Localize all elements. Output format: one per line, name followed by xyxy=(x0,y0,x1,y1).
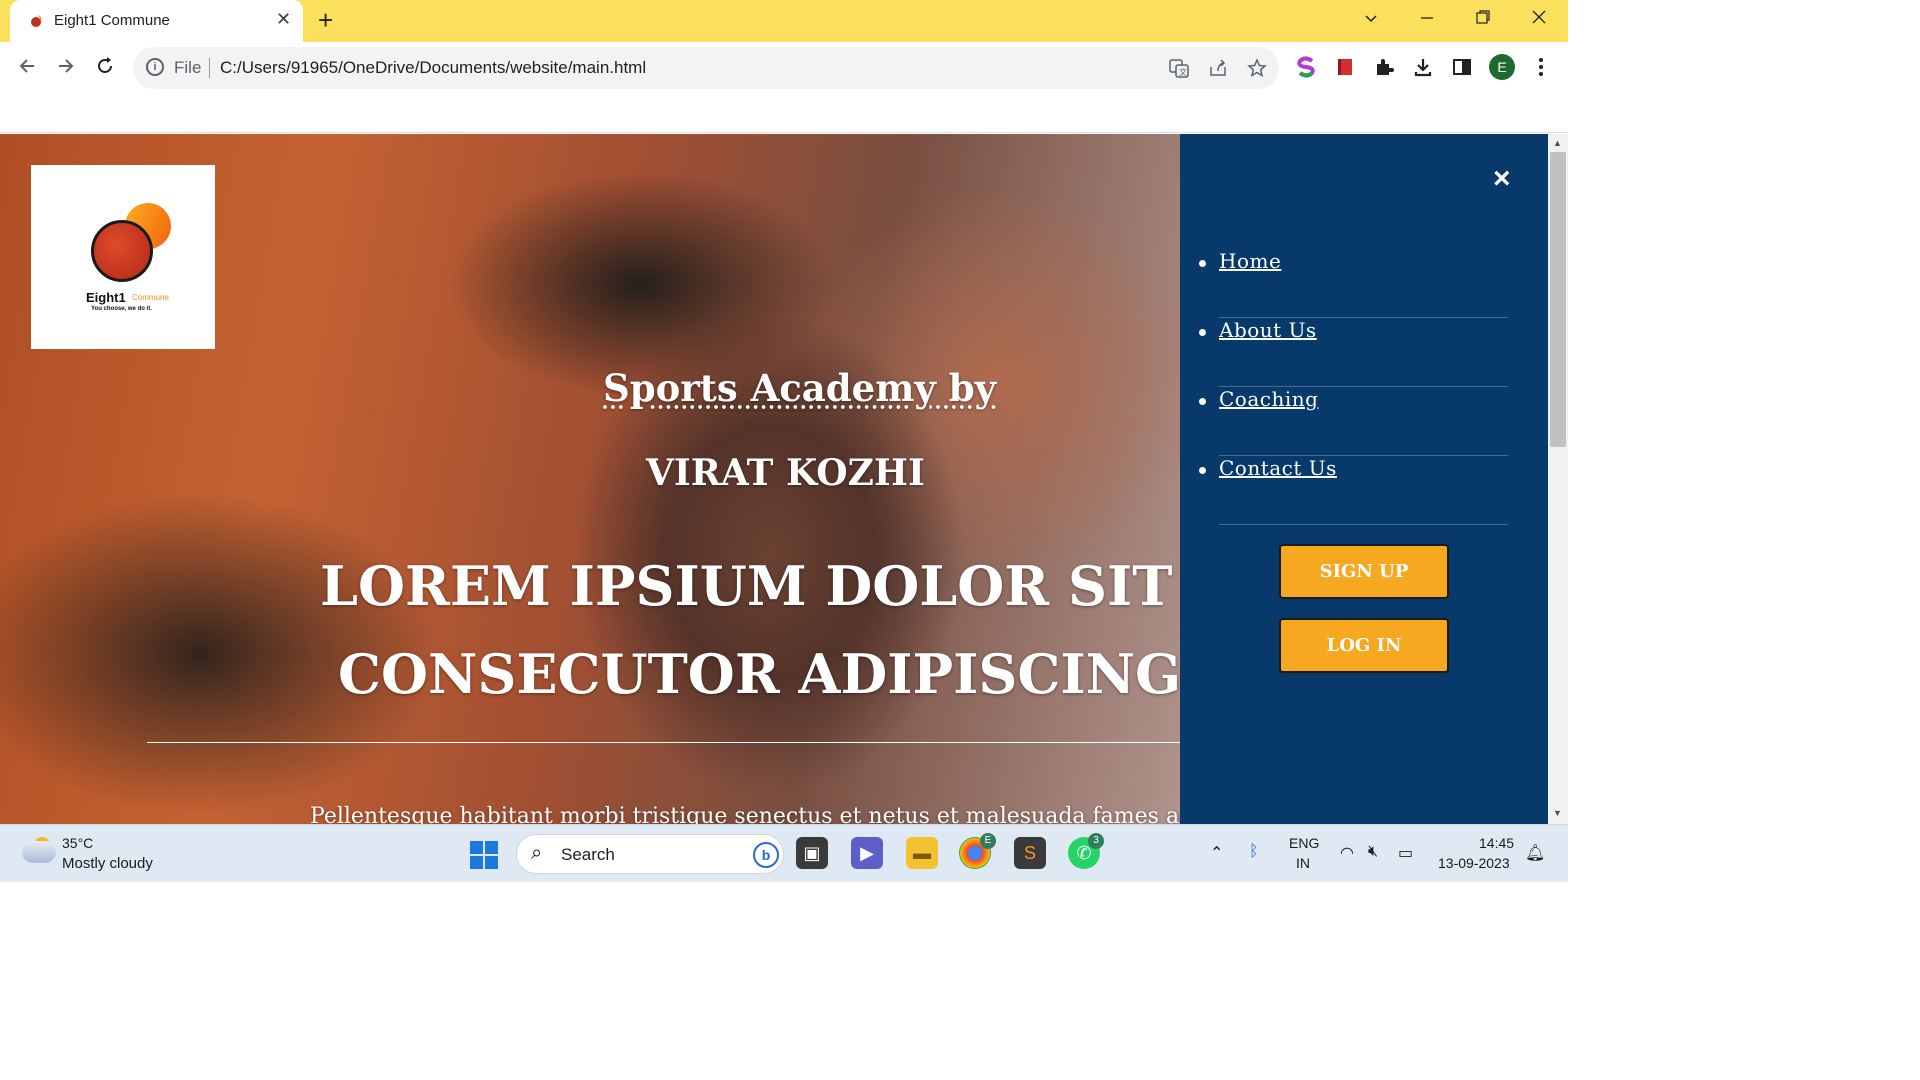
page-scrollbar[interactable]: ▲ ▼ xyxy=(1548,134,1568,824)
hero-headline-line2: CONSECUTOR ADIPISCING ELIT xyxy=(338,642,1180,706)
url-scheme: File xyxy=(174,58,202,77)
page-viewport: Eight1 Commune You choose, we do it. Spo… xyxy=(0,134,1568,824)
back-icon[interactable] xyxy=(17,56,37,76)
task-view-icon[interactable]: ▣ xyxy=(796,837,828,869)
bullet-icon xyxy=(1199,329,1206,336)
nav-link-contact[interactable]: Contact Us xyxy=(1219,456,1337,480)
clock-date[interactable]: 13-09-2023 xyxy=(1438,855,1510,871)
restore-icon[interactable] xyxy=(1476,10,1490,24)
tab-close-icon[interactable]: ✕ xyxy=(276,9,291,30)
bing-icon[interactable]: b xyxy=(753,842,779,868)
nav-link-coaching[interactable]: Coaching xyxy=(1219,387,1318,411)
weather-temperature: 35°C xyxy=(62,835,94,851)
login-button[interactable]: LOG IN xyxy=(1279,618,1449,673)
tab-search-icon[interactable] xyxy=(1364,12,1378,26)
address-bar[interactable]: i File C:/Users/91965/OneDrive/Documents… xyxy=(133,47,1279,89)
side-navigation: × Home About Us Coaching Contact Us SIGN… xyxy=(1180,134,1548,824)
whatsapp-badge: 3 xyxy=(1088,833,1104,849)
profile-avatar[interactable]: E xyxy=(1489,54,1515,80)
basketball-icon xyxy=(91,220,153,282)
scroll-down-icon[interactable]: ▼ xyxy=(1553,808,1562,818)
nav-close-icon[interactable]: × xyxy=(1493,162,1511,196)
signup-button[interactable]: SIGN UP xyxy=(1279,544,1449,599)
hero-subtitle: Sports Academy by xyxy=(603,366,997,410)
wifi-icon[interactable]: ◠ xyxy=(1340,843,1354,863)
taskbar-search[interactable]: ⌕ Search b xyxy=(516,834,784,874)
bluetooth-icon[interactable]: ᛒ xyxy=(1249,843,1259,861)
extensions-puzzle-icon[interactable] xyxy=(1373,56,1395,78)
translate-icon[interactable]: 文 xyxy=(1169,58,1189,78)
nav-item-about[interactable]: About Us xyxy=(1199,318,1508,387)
tab-title: Eight1 Commune xyxy=(54,12,170,29)
window-close-icon[interactable] xyxy=(1532,10,1546,24)
logo-tagline: You choose, we do it. xyxy=(91,306,152,312)
extension-s-icon[interactable] xyxy=(1295,56,1317,78)
browser-tab[interactable]: Eight1 Commune ✕ xyxy=(10,0,303,42)
extension-book-icon[interactable] xyxy=(1334,56,1356,78)
notifications-icon[interactable]: 🔔︎ xyxy=(1525,843,1545,863)
file-explorer-icon[interactable]: ▬ xyxy=(906,837,938,869)
search-icon: ⌕ xyxy=(531,842,543,864)
windows-start-icon[interactable] xyxy=(470,841,498,869)
scroll-thumb[interactable] xyxy=(1550,152,1566,447)
nav-item-contact[interactable]: Contact Us xyxy=(1199,456,1508,525)
weather-condition: Mostly cloudy xyxy=(62,855,153,872)
hero-headline-line1: LOREM IPSIUM DOLOR SIT AME xyxy=(320,554,1180,618)
new-tab-button[interactable]: + xyxy=(318,5,333,36)
url-separator xyxy=(209,58,210,78)
show-hidden-icons-icon[interactable]: ⌃ xyxy=(1210,843,1223,863)
search-placeholder: Search xyxy=(561,845,615,864)
nav-link-about[interactable]: About Us xyxy=(1219,318,1317,342)
site-favicon-icon xyxy=(31,15,42,27)
logo-name: Eight1 xyxy=(86,290,126,305)
teams-chat-icon[interactable]: ▶ xyxy=(851,837,883,869)
nav-item-coaching[interactable]: Coaching xyxy=(1199,387,1508,456)
volume-muted-icon[interactable]: 🔇︎ xyxy=(1368,843,1378,861)
clock-time[interactable]: 14:45 xyxy=(1479,835,1514,851)
windows-taskbar: 35°C Mostly cloudy ⌕ Search b ▣ ▶ ▬ E S … xyxy=(0,824,1568,882)
browser-titlebar: Eight1 Commune ✕ + xyxy=(0,0,1568,42)
browser-menu-icon[interactable] xyxy=(1530,56,1552,78)
side-panel-icon[interactable] xyxy=(1451,56,1473,78)
hero-paragraph: Pellentesque habitant morbi tristique se… xyxy=(310,804,1180,824)
forward-icon[interactable] xyxy=(56,56,76,76)
bullet-icon xyxy=(1199,260,1206,267)
battery-icon[interactable]: ▭ xyxy=(1398,843,1413,863)
cloud-icon xyxy=(22,841,56,863)
site-logo[interactable]: Eight1 Commune You choose, we do it. xyxy=(31,165,215,349)
browser-toolbar: i File C:/Users/91965/OneDrive/Documents… xyxy=(0,42,1568,94)
sublime-text-icon[interactable]: S xyxy=(1014,837,1046,869)
chrome-profile-badge: E xyxy=(980,833,996,849)
hero-name: VIRAT KOZHI xyxy=(646,452,925,494)
hero-divider xyxy=(147,742,1180,743)
share-icon[interactable] xyxy=(1208,58,1228,78)
bullet-icon xyxy=(1199,467,1206,474)
download-icon[interactable] xyxy=(1412,56,1434,78)
reload-icon[interactable] xyxy=(95,56,115,76)
svg-text:文: 文 xyxy=(1179,67,1187,77)
logo-name-suffix: Commune xyxy=(132,293,169,302)
language-indicator[interactable]: ENG xyxy=(1289,835,1319,851)
scroll-up-icon[interactable]: ▲ xyxy=(1553,138,1562,148)
nav-link-home[interactable]: Home xyxy=(1219,249,1281,273)
bookmark-bar xyxy=(0,94,1568,133)
minimize-icon[interactable] xyxy=(1420,16,1434,20)
nav-item-home[interactable]: Home xyxy=(1199,249,1508,318)
hero-section: Eight1 Commune You choose, we do it. Spo… xyxy=(0,134,1180,824)
bullet-icon xyxy=(1199,398,1206,405)
bookmark-star-icon[interactable] xyxy=(1247,58,1267,78)
site-info-icon[interactable]: i xyxy=(146,58,164,76)
nav-list: Home About Us Coaching Contact Us xyxy=(1199,249,1508,525)
region-indicator: IN xyxy=(1296,855,1310,871)
url-text[interactable]: C:/Users/91965/OneDrive/Documents/websit… xyxy=(220,58,646,78)
